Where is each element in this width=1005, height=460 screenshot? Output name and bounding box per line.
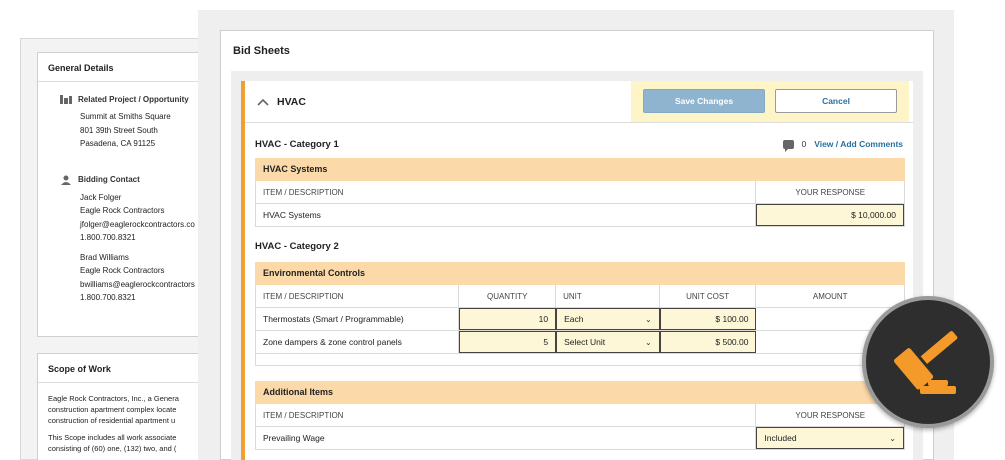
address-line-2: Pasadena, CA 91125 xyxy=(80,139,156,148)
bid-sheet-wrapper: HVAC Save Changes Cancel HVAC - Category… xyxy=(231,71,923,460)
cancel-button[interactable]: Cancel xyxy=(775,89,897,113)
scope-line: construction apartment complex locate xyxy=(48,405,177,414)
gavel-icon xyxy=(891,331,958,394)
bid-sheets-title: Bid Sheets xyxy=(233,45,290,57)
bidding-contact-label: Bidding Contact xyxy=(78,175,140,184)
action-bar: Save Changes Cancel xyxy=(631,81,909,122)
item-description: Prevailing Wage xyxy=(256,427,757,449)
comment-icon xyxy=(783,139,795,152)
hvac-bid-sheet: HVAC Save Changes Cancel HVAC - Category… xyxy=(241,81,913,460)
response-input[interactable]: $ 10,000.00 xyxy=(756,204,904,226)
item-description: Thermostats (Smart / Programmable) xyxy=(256,308,460,330)
unit-cost-input[interactable]: $ 100.00 xyxy=(659,308,757,330)
comment-count: 0 xyxy=(801,139,807,149)
contact-email[interactable]: bwilliams@eaglerockcontractors xyxy=(80,278,216,292)
chevron-down-icon: ⌄ xyxy=(889,433,896,443)
table-row: HVAC Systems $ 10,000.00 xyxy=(255,204,905,227)
contact-company: Eagle Rock Contractors xyxy=(80,266,165,275)
table-header-row: ITEM / DESCRIPTION YOUR RESPONSE xyxy=(255,181,905,204)
environmental-controls-group: Environmental Controls ITEM / DESCRIPTIO… xyxy=(255,262,905,366)
related-project-heading: Related Project / Opportunity xyxy=(60,94,216,104)
unit-cost-input[interactable]: $ 500.00 xyxy=(659,331,757,353)
person-icon xyxy=(60,175,72,185)
comments-summary: 0 View / Add Comments xyxy=(783,139,903,152)
hvac-systems-group: HVAC Systems ITEM / DESCRIPTION YOUR RES… xyxy=(255,158,905,227)
category-1-title: HVAC - Category 1 xyxy=(255,139,339,150)
general-details-title: General Details xyxy=(38,53,216,82)
contact-1: Jack Folger Eagle Rock Contractors jfolg… xyxy=(80,191,216,245)
bidding-contact-heading: Bidding Contact xyxy=(60,175,216,185)
building-icon xyxy=(60,94,72,104)
unit-select-value: Select Unit xyxy=(564,337,606,347)
response-select-value: Included xyxy=(764,433,797,443)
spacer-row xyxy=(255,354,905,366)
group-header: Additional Items xyxy=(255,381,905,404)
contact-phone: 1.800.700.8321 xyxy=(80,233,136,242)
group-header: Environmental Controls xyxy=(255,262,905,285)
scope-text: Eagle Rock Contractors, Inc., a Genera c… xyxy=(48,393,216,454)
col-item-header: ITEM / DESCRIPTION xyxy=(256,404,757,426)
table-row: Prevailing Wage Included ⌄ xyxy=(255,427,905,450)
unit-select-value: Each xyxy=(564,314,584,324)
chevron-down-icon: ⌄ xyxy=(645,314,652,324)
col-response-header: YOUR RESPONSE xyxy=(795,187,866,197)
contact-2: Brad Williams Eagle Rock Contractors bwi… xyxy=(80,251,216,305)
response-select[interactable]: Included ⌄ xyxy=(756,427,904,449)
bid-sheets-panel: Bid Sheets HVAC Save Changes Cancel HVAC… xyxy=(220,30,934,460)
contact-name: Jack Folger xyxy=(80,192,122,202)
col-item-header: ITEM / DESCRIPTION xyxy=(256,285,460,307)
table-header-row: ITEM / DESCRIPTION YOUR RESPONSE xyxy=(255,404,905,427)
table-header-row: ITEM / DESCRIPTION QUANTITY UNIT UNIT CO… xyxy=(255,285,905,308)
hvac-section-title: HVAC xyxy=(277,96,306,108)
save-changes-button[interactable]: Save Changes xyxy=(643,89,765,113)
item-description: HVAC Systems xyxy=(256,204,757,226)
quantity-input[interactable]: 5 xyxy=(459,331,557,353)
hvac-section-header: HVAC Save Changes Cancel xyxy=(245,81,913,123)
unit-select[interactable]: Select Unit ⌄ xyxy=(556,331,660,353)
col-unit-cost-header: UNIT COST xyxy=(660,285,757,307)
project-address: Summit at Smiths Square 801 39th Street … xyxy=(80,110,216,151)
scope-of-work-card: Scope of Work Eagle Rock Contractors, In… xyxy=(37,353,217,460)
scope-paragraph-1: Eagle Rock Contractors, Inc., a Genera c… xyxy=(48,393,216,426)
gavel-badge xyxy=(862,296,994,428)
contact-email[interactable]: jfolger@eaglerockcontractors.co xyxy=(80,218,216,232)
table-row: Thermostats (Smart / Programmable) 10 Ea… xyxy=(255,308,905,331)
category-2-title: HVAC - Category 2 xyxy=(255,241,339,252)
col-quantity-header: QUANTITY xyxy=(459,285,557,307)
scope-of-work-title: Scope of Work xyxy=(38,354,216,383)
table-row: Zone dampers & zone control panels 5 Sel… xyxy=(255,331,905,354)
chevron-down-icon: ⌄ xyxy=(645,337,652,347)
contact-company: Eagle Rock Contractors xyxy=(80,206,165,215)
col-unit-header: UNIT xyxy=(556,285,660,307)
related-project-label: Related Project / Opportunity xyxy=(78,94,189,104)
scope-line: consisting of (60) one, (132) two, and ( xyxy=(48,444,177,453)
item-description: Zone dampers & zone control panels xyxy=(256,331,460,353)
view-add-comments-link[interactable]: View / Add Comments xyxy=(814,139,903,149)
chevron-up-icon[interactable] xyxy=(257,95,269,109)
quantity-input[interactable]: 10 xyxy=(459,308,557,330)
contact-name: Brad Williams xyxy=(80,252,129,262)
scope-line: Eagle Rock Contractors, Inc., a Genera xyxy=(48,394,179,403)
contact-phone: 1.800.700.8321 xyxy=(80,293,136,302)
scope-line: construction of residential apartment u xyxy=(48,416,176,425)
unit-select[interactable]: Each ⌄ xyxy=(556,308,660,330)
general-details-card: General Details Related Project / Opport… xyxy=(37,52,217,337)
col-item-header: ITEM / DESCRIPTION xyxy=(256,181,757,203)
additional-items-group: Additional Items ITEM / DESCRIPTION YOUR… xyxy=(255,381,905,450)
group-header: HVAC Systems xyxy=(255,158,905,181)
scope-line: This Scope includes all work associate xyxy=(48,433,177,442)
address-line-1: 801 39th Street South xyxy=(80,125,158,135)
project-name: Summit at Smiths Square xyxy=(80,112,171,121)
scope-paragraph-2: This Scope includes all work associate c… xyxy=(48,432,216,454)
